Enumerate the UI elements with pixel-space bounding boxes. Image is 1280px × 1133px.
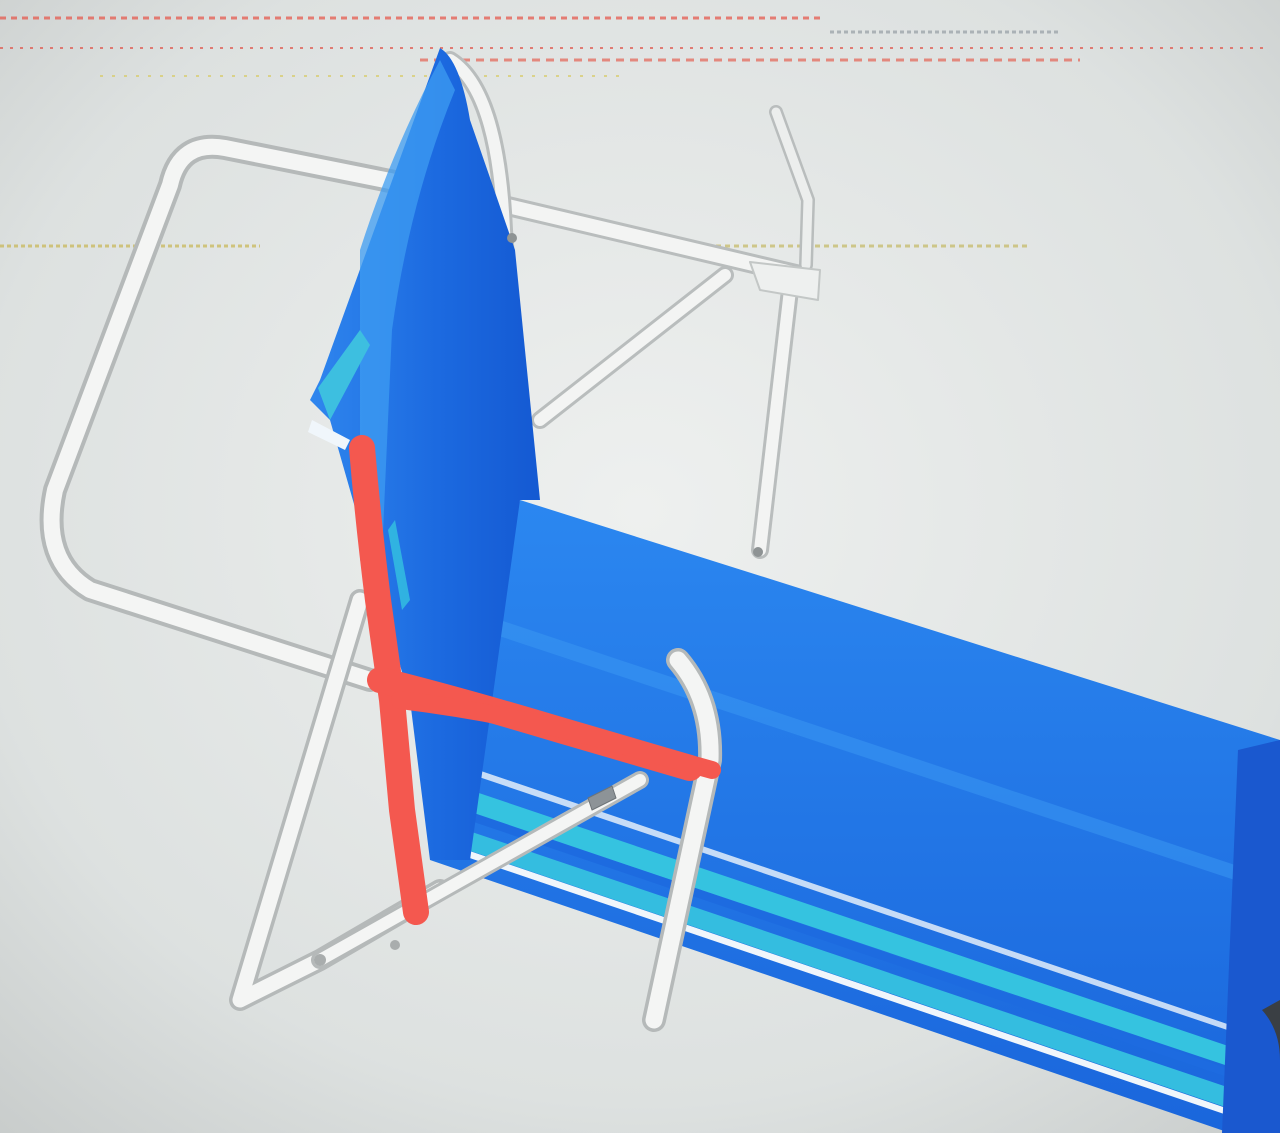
lounger-photo xyxy=(0,0,1280,1133)
photo-scene xyxy=(0,0,1280,1133)
